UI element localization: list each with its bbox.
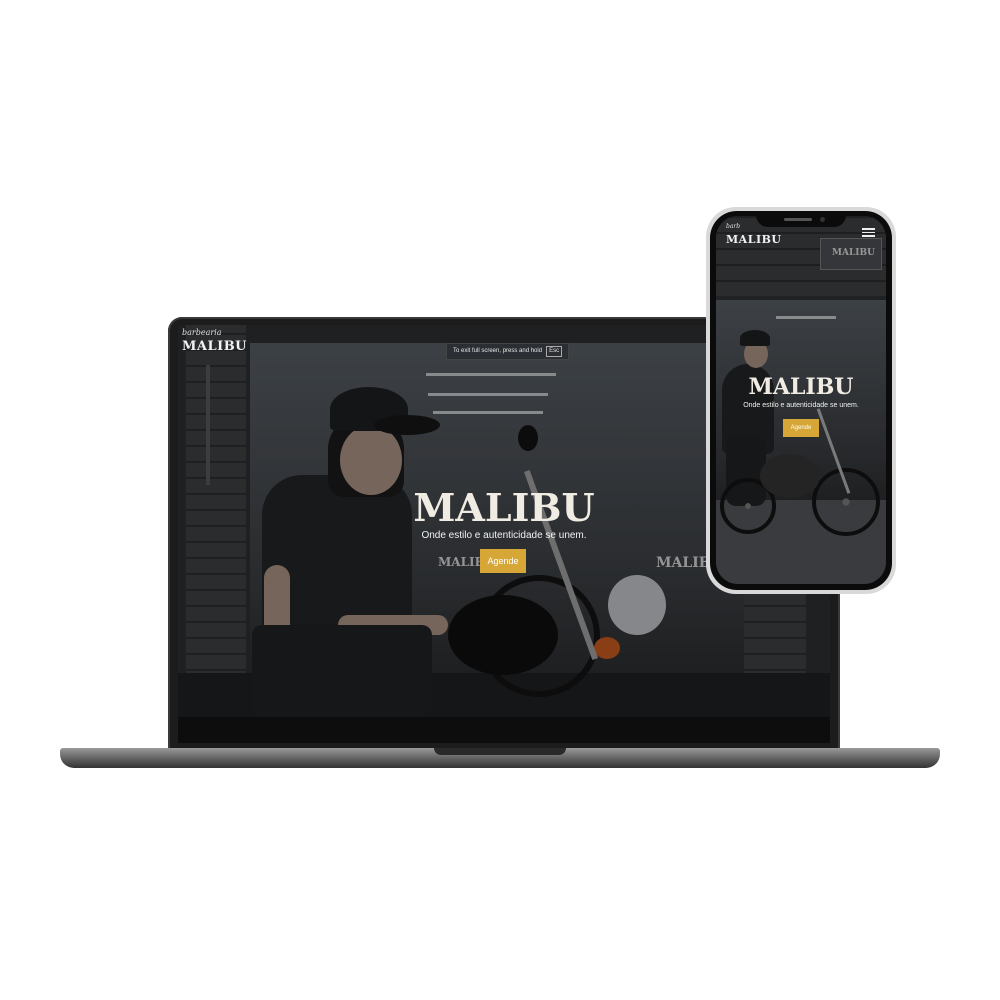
- schedule-button[interactable]: Agende: [480, 549, 526, 573]
- site-logo[interactable]: barbearia MALIBU: [182, 328, 248, 354]
- esc-key-badge: Esc: [546, 346, 563, 357]
- logo-small-text: barbearia: [182, 328, 222, 337]
- hero-title: MALIBU: [748, 374, 854, 400]
- fullscreen-hint: To exit full screen, press and hold Esc: [446, 343, 570, 360]
- laptop-hinge-notch: [434, 748, 566, 755]
- site-logo[interactable]: barb MALIBU: [726, 224, 781, 246]
- laptop-bezel: [178, 717, 830, 743]
- phone-camera: [820, 217, 825, 222]
- phone-speaker: [784, 218, 812, 221]
- schedule-button[interactable]: Agende: [783, 419, 819, 437]
- logo-big-text: MALIBU: [182, 339, 248, 354]
- hero-subtitle: Onde estilo e autenticidade se unem.: [743, 402, 859, 409]
- fullscreen-hint-text: To exit full screen, press and hold: [453, 348, 543, 354]
- hero-overlay: [716, 216, 886, 584]
- phone-screen: MALIBU barb MALIBU MALIBU Onde estilo e …: [716, 216, 886, 584]
- hamburger-icon[interactable]: [862, 228, 875, 237]
- logo-big-text: MALIBU: [726, 233, 782, 246]
